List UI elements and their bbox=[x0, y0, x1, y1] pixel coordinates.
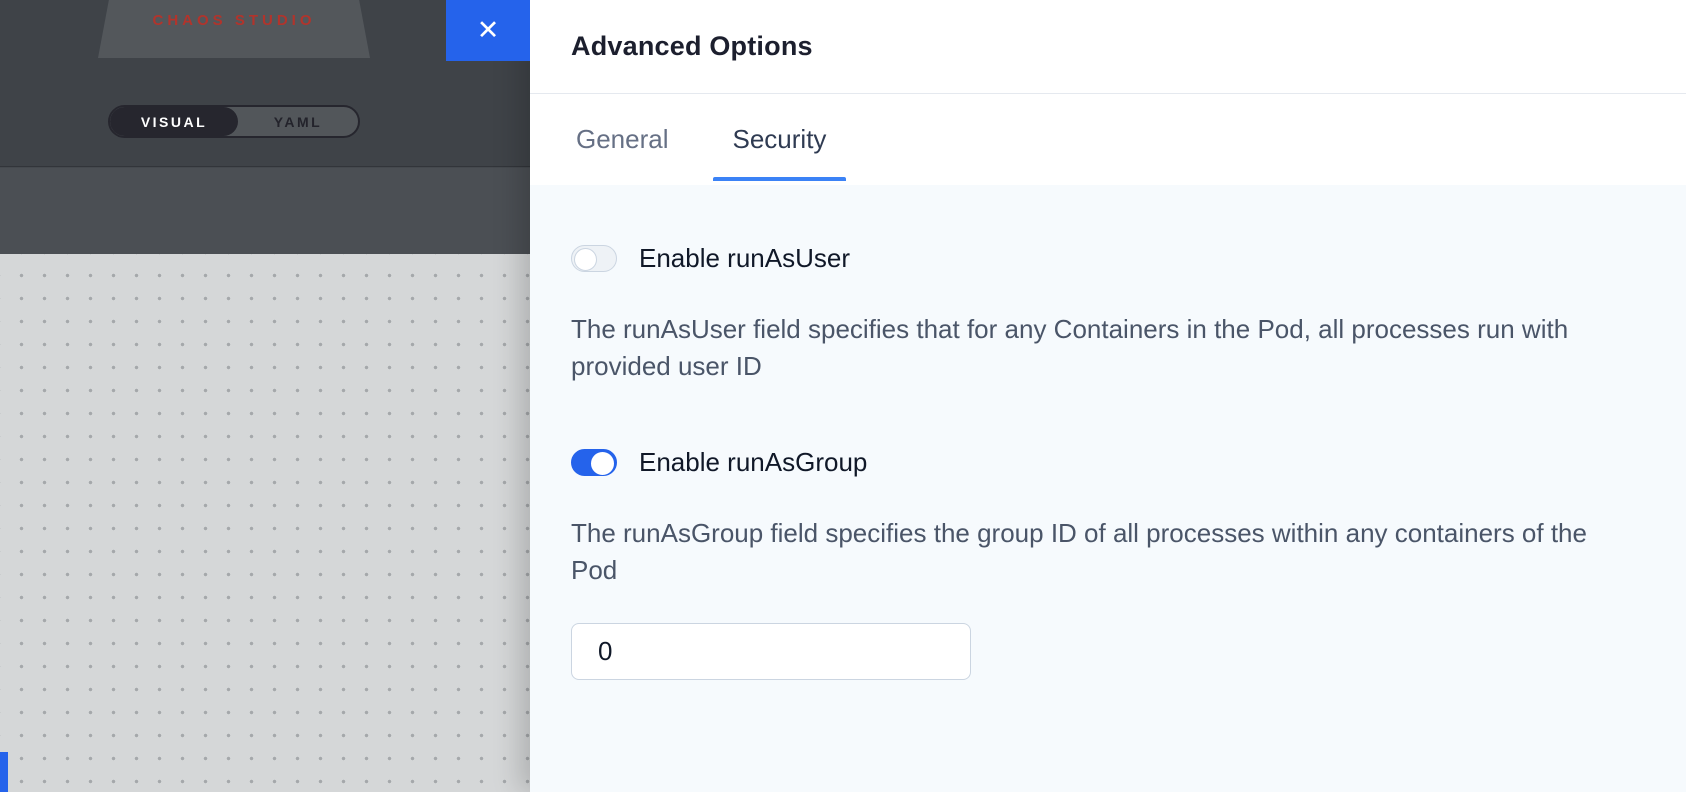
tab-general[interactable]: General bbox=[570, 124, 675, 155]
yaml-tab[interactable]: YAML bbox=[238, 107, 358, 136]
run-as-group-label: Enable runAsGroup bbox=[639, 447, 867, 478]
visual-tab[interactable]: VISUAL bbox=[110, 107, 238, 136]
chaos-studio-brand: CHAOS STUDIO bbox=[98, 12, 370, 29]
tab-security[interactable]: Security bbox=[727, 124, 833, 155]
run-as-group-value-input[interactable] bbox=[571, 623, 971, 680]
stage-toolbar-strip bbox=[0, 168, 530, 254]
run-as-user-toggle[interactable] bbox=[571, 245, 617, 272]
run-as-user-row: Enable runAsUser bbox=[571, 243, 1646, 274]
security-tab-panel: Enable runAsUser The runAsUser field spe… bbox=[530, 185, 1686, 792]
run-as-group-toggle[interactable] bbox=[571, 449, 617, 476]
left-edge-accent bbox=[0, 752, 8, 792]
chaos-studio-badge bbox=[98, 0, 370, 58]
advanced-options-drawer: Advanced Options General Security Enable… bbox=[530, 0, 1686, 792]
run-as-user-description: The runAsUser field specifies that for a… bbox=[571, 311, 1606, 385]
drawer-header: Advanced Options bbox=[530, 0, 1686, 94]
run-as-user-label: Enable runAsUser bbox=[639, 243, 850, 274]
drawer-tabs: General Security bbox=[530, 94, 1686, 185]
dot-grid-canvas bbox=[0, 254, 530, 792]
run-as-user-group: Enable runAsUser The runAsUser field spe… bbox=[571, 243, 1646, 385]
drawer-close-button[interactable]: ✕ bbox=[446, 0, 530, 61]
close-icon: ✕ bbox=[477, 15, 500, 46]
run-as-group-description: The runAsGroup field specifies the group… bbox=[571, 515, 1606, 589]
visual-yaml-toggle[interactable]: VISUAL YAML bbox=[108, 105, 360, 138]
chaos-studio-canvas: CHAOS STUDIO VISUAL YAML bbox=[0, 0, 530, 792]
run-as-group-row: Enable runAsGroup bbox=[571, 447, 1646, 478]
drawer-title: Advanced Options bbox=[571, 31, 813, 62]
run-as-group-group: Enable runAsGroup The runAsGroup field s… bbox=[571, 447, 1646, 680]
